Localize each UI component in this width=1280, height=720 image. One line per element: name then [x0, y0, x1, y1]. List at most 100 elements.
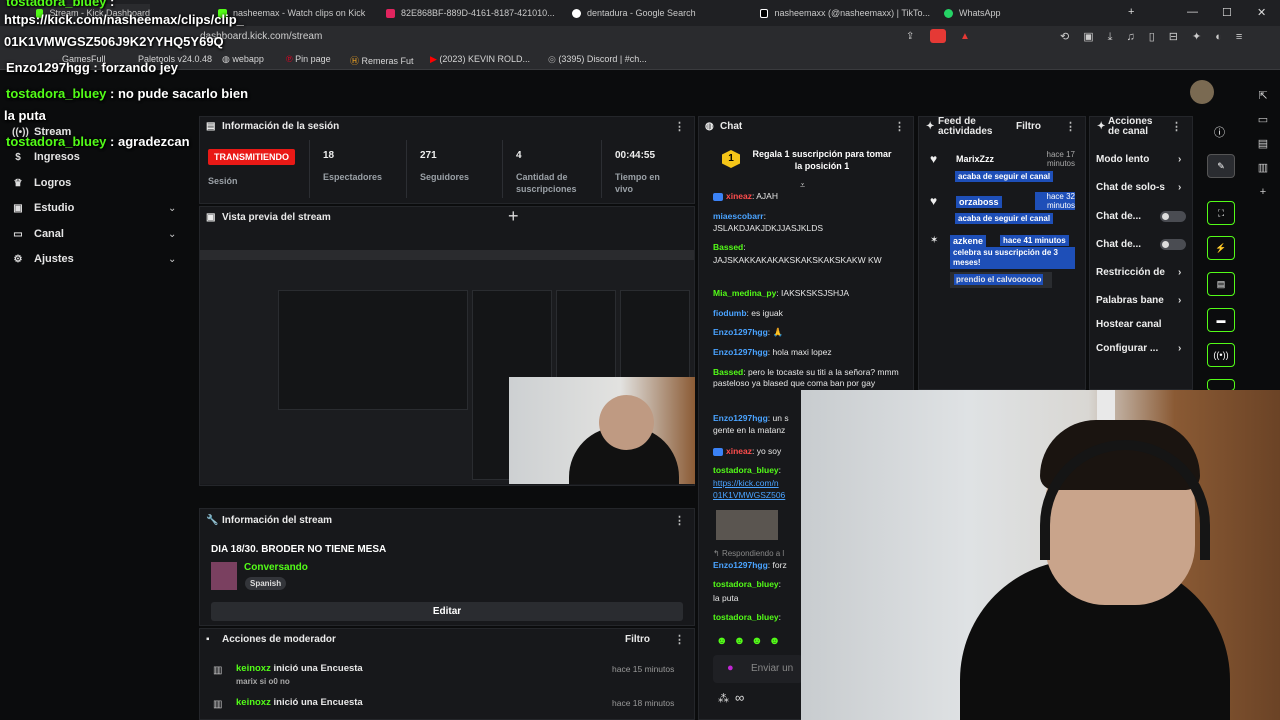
- tab-whatsapp[interactable]: WhatsApp: [944, 4, 1094, 22]
- page-icon: [386, 8, 395, 18]
- overlay-chat-line: tostadora_bluey :: [6, 0, 115, 9]
- crosshair-cursor: +: [508, 206, 519, 226]
- bookmark-pin-page[interactable]: ℗ Pin page: [286, 54, 331, 64]
- brave-shield-icon[interactable]: [930, 29, 946, 43]
- poll-icon: ▥: [213, 699, 223, 710]
- lightning-button[interactable]: ⚡: [1207, 236, 1235, 260]
- feed-menu-button[interactable]: ⋮: [1065, 120, 1076, 133]
- edit-pencil-button[interactable]: ✎: [1207, 154, 1235, 178]
- chat-message: Bassed: pero le tocaste su titi a la señ…: [713, 367, 899, 388]
- trophy-icon: ♛: [13, 177, 23, 189]
- subs-value: 4: [516, 150, 522, 161]
- uptime-value: 00:44:55: [615, 150, 656, 161]
- fullscreen-button[interactable]: ⛶: [1207, 201, 1235, 225]
- feed-message: acaba de seguir el canal: [955, 171, 1054, 182]
- chat-image-thumbnail[interactable]: [716, 510, 778, 540]
- tab-tiktok[interactable]: nasheemaxx (@nasheemaxx) | TikTo...: [760, 4, 930, 22]
- money-icon: $: [15, 151, 21, 163]
- chat-settings-icon[interactable]: ⁂: [718, 692, 729, 705]
- mod-action-detail: marix si o0 no: [236, 677, 290, 686]
- gift-sub-prompt[interactable]: Regala 1 suscripción para tomar la posic…: [752, 148, 892, 172]
- chat-message: Mia_medina_py: IAKSKSKSJSHJA: [713, 288, 850, 298]
- stream-info-menu-button[interactable]: ⋮: [674, 514, 685, 527]
- infinity-icon[interactable]: ∞: [735, 690, 744, 705]
- feed-user: orzaboss: [956, 196, 1002, 208]
- pinterest-icon: ℗: [286, 54, 296, 64]
- category-link[interactable]: Conversando: [244, 562, 308, 573]
- chat-toggle-switch[interactable]: [1160, 211, 1186, 222]
- chat-message: Enzo1297hgg: hola maxi lopez: [713, 347, 832, 357]
- subs-label: Cantidad de suscripciones: [516, 172, 577, 194]
- slow-mode-item[interactable]: Modo lento ›: [1096, 154, 1181, 165]
- google-icon: [572, 8, 581, 18]
- chat-message: Enzo1297hgg: 🙏: [713, 327, 784, 337]
- share-icon[interactable]: ⇪: [906, 31, 914, 42]
- overlay-chat-line: https://kick.com/nasheemax/clips/clip_: [4, 12, 244, 27]
- emote-bar[interactable]: ☻☻☻☻: [716, 635, 786, 647]
- feed-filter-button[interactable]: Filtro: [1016, 121, 1041, 132]
- shield-icon: ▪: [206, 634, 210, 645]
- minimize-button[interactable]: —: [1187, 6, 1198, 18]
- avatar[interactable]: [1190, 80, 1214, 104]
- chat-menu-button[interactable]: ⋮: [894, 120, 905, 133]
- chat-message-cont: JSLAKDJAKJDKJJASJKLDS: [713, 223, 824, 233]
- mod-filter-button[interactable]: Filtro: [625, 634, 650, 645]
- emote-picker-icon[interactable]: ●: [727, 662, 734, 674]
- studio-icon: ▣: [13, 202, 23, 214]
- maximize-button[interactable]: ☐: [1222, 6, 1232, 19]
- chat-message: miaescobarr:: [713, 211, 766, 221]
- bookmark-webapp[interactable]: ◍ webapp: [222, 54, 264, 65]
- extensions-icon[interactable]: ⟲▣⤓♫▯⊟✦◐≡: [1060, 30, 1256, 44]
- mod-action-time: hace 18 minutos: [612, 698, 675, 708]
- chevron-right-icon: ›: [1178, 343, 1182, 354]
- chat-input[interactable]: ● Enviar un: [713, 655, 803, 683]
- restriction-item[interactable]: Restricción de ›: [1096, 267, 1181, 278]
- globe-icon: ◍: [222, 54, 233, 64]
- overlay-chat-line: 01K1VMWGSZ506J9K2YYHQ5Y69Q: [4, 34, 224, 49]
- edit-button[interactable]: Editar: [211, 602, 683, 621]
- new-tab-button[interactable]: +: [1128, 6, 1134, 18]
- reply-icon: ↰: [713, 549, 722, 558]
- broadcast-button[interactable]: ((•)): [1207, 343, 1235, 367]
- poll-button[interactable]: ▤: [1207, 272, 1235, 296]
- chat-toggle-switch[interactable]: [1160, 239, 1186, 250]
- feed-message: acaba de seguir el canal: [955, 213, 1054, 224]
- chevron-down-icon[interactable]: ⌄: [168, 229, 176, 240]
- sidebar-item-canal[interactable]: ▭ Canal: [12, 228, 64, 240]
- sub-only-chat-item[interactable]: Chat de solo-s ›: [1096, 182, 1181, 193]
- tab-google-search[interactable]: dentadura - Google Search: [572, 4, 742, 22]
- tab-guid[interactable]: 82E868BF-889D-4161-8187-421010...: [386, 4, 556, 22]
- heart-icon: ♥: [930, 152, 938, 166]
- scroll-down-icon[interactable]: ⩡: [800, 180, 805, 191]
- chat-toggle-item: Chat de...: [1096, 239, 1142, 250]
- banned-words-item[interactable]: Palabras bane ›: [1096, 295, 1181, 306]
- channel-actions-menu-button[interactable]: ⋮: [1171, 120, 1182, 133]
- sidebar-item-logros[interactable]: ♛ Logros: [12, 177, 72, 189]
- preview-title: Vista previa del stream: [222, 212, 331, 223]
- mod-menu-button[interactable]: ⋮: [674, 633, 685, 646]
- info-circle-icon[interactable]: ⓘ: [1214, 124, 1225, 140]
- sidebar-item-ingresos[interactable]: $ Ingresos: [12, 151, 80, 163]
- preview-face: [599, 395, 654, 450]
- chevron-down-icon[interactable]: ⌄: [168, 203, 176, 214]
- bookmark-youtube[interactable]: ▶ (2023) KEVIN ROLD...: [430, 54, 530, 65]
- viewers-value: 18: [323, 150, 335, 161]
- chat-icon: ◍: [705, 121, 714, 132]
- rewards-icon[interactable]: ▲: [960, 31, 970, 42]
- configure-item[interactable]: Configurar ... ›: [1096, 343, 1181, 354]
- chevron-down-icon[interactable]: ⌄: [168, 254, 176, 265]
- followers-label: Seguidores: [420, 172, 470, 182]
- language-tag: Spanish: [245, 577, 287, 590]
- divider: [601, 140, 602, 198]
- sidebar-item-estudio[interactable]: ▣ Estudio: [12, 202, 74, 214]
- sidebar-item-ajustes[interactable]: ⚙ Ajustes: [12, 253, 74, 265]
- bookmark-discord[interactable]: ◎ (3395) Discord | #ch...: [548, 54, 647, 65]
- browser-side-panel[interactable]: ⇱ ▭ ▤ ▥ +: [1255, 84, 1271, 204]
- chat-bubble-button[interactable]: ▬: [1207, 308, 1235, 332]
- youtube-icon: ▶: [430, 54, 440, 64]
- close-window-button[interactable]: ✕: [1257, 6, 1266, 19]
- session-menu-button[interactable]: ⋮: [674, 120, 685, 133]
- bookmark-remeras[interactable]: Ⓗ Remeras Fut: [350, 54, 414, 67]
- host-channel-item[interactable]: Hostear canal: [1096, 319, 1162, 330]
- uptime-label: Tiempo en vivo: [615, 172, 660, 194]
